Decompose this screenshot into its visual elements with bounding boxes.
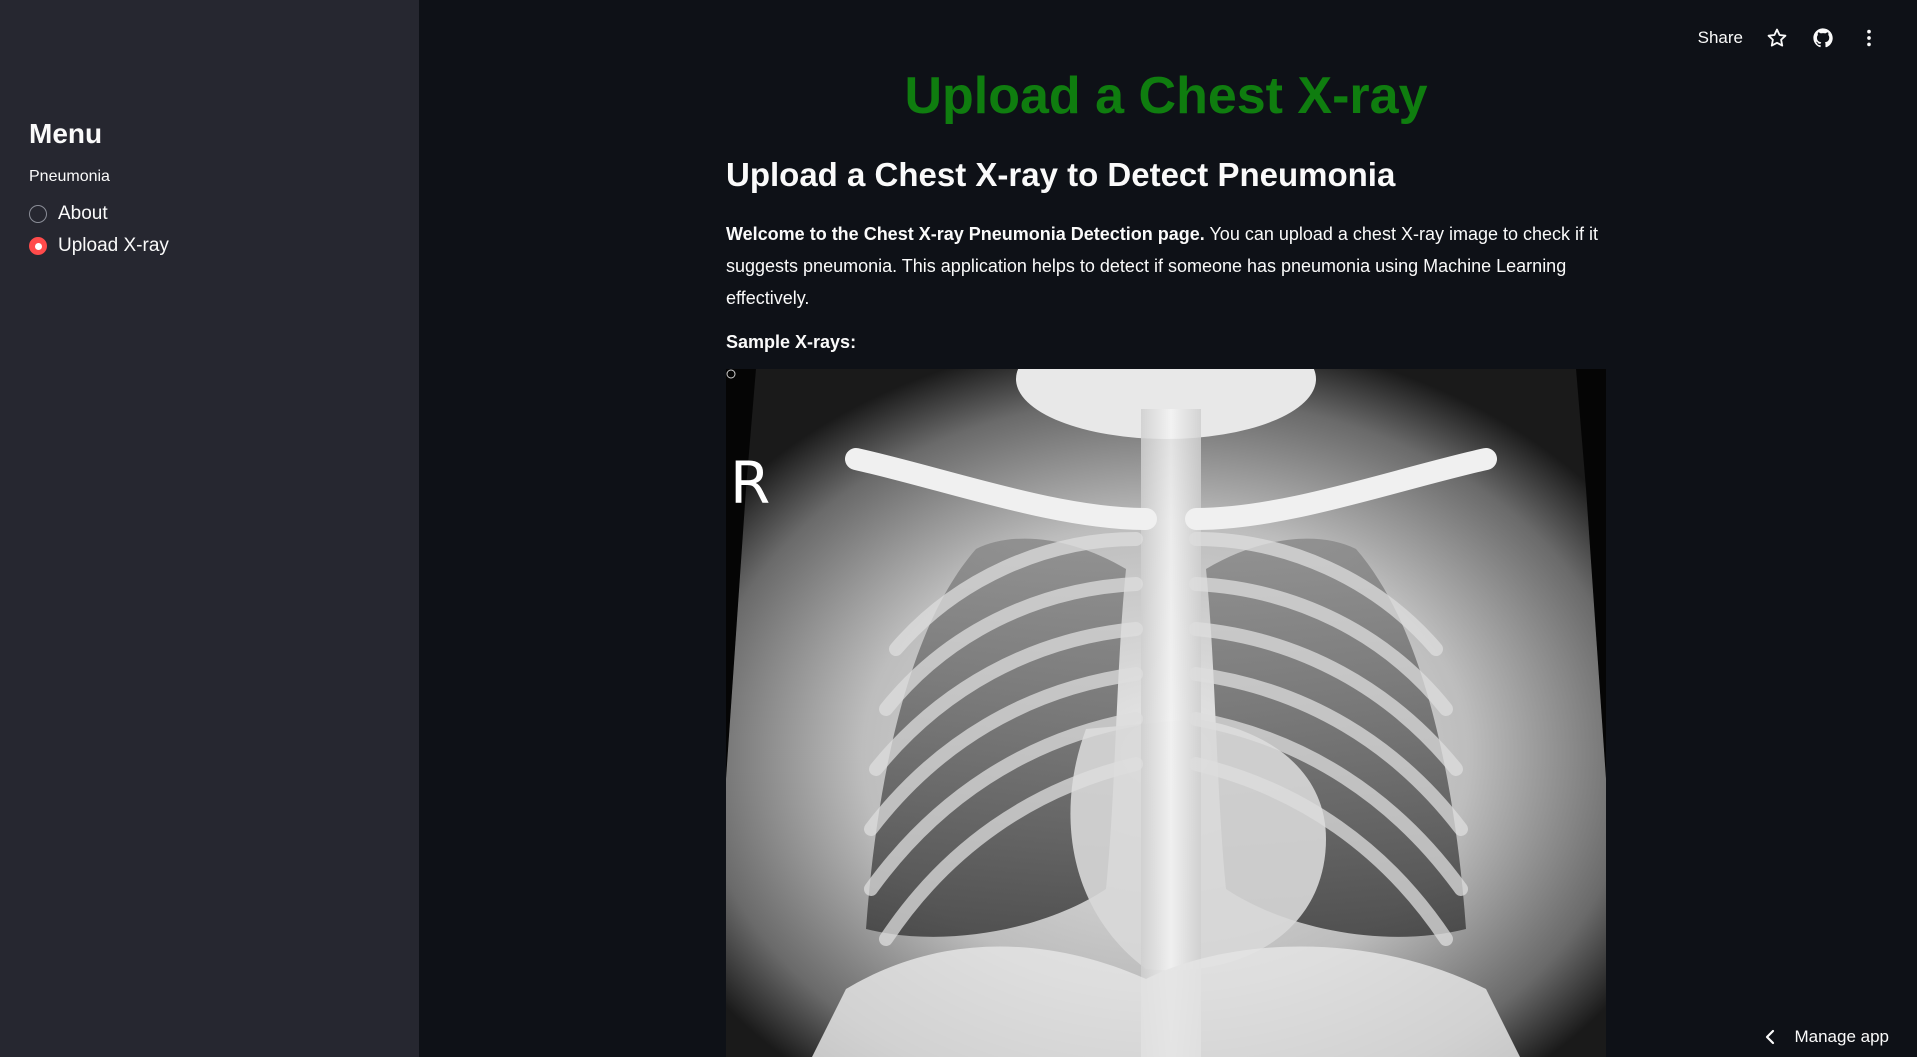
- app-root: Menu Pneumonia About Upload X-ray Share: [0, 0, 1917, 1057]
- main-area: Share Upload a Chest X-ray Upload a Ches…: [419, 0, 1917, 1057]
- radio-option-label: About: [58, 203, 108, 224]
- sidebar-title: Menu: [29, 118, 103, 149]
- intro-paragraph: Welcome to the Chest X-ray Pneumonia Det…: [726, 218, 1606, 314]
- radio-option-upload-xray[interactable]: Upload X-ray: [29, 230, 390, 262]
- sample-xray-image: R: [726, 369, 1606, 1057]
- manage-app-label: Manage app: [1794, 1027, 1889, 1046]
- page-title: Upload a Chest X-ray: [904, 67, 1428, 125]
- xray-side-marker: R: [730, 449, 771, 517]
- github-icon[interactable]: [1811, 26, 1835, 50]
- star-icon[interactable]: [1765, 26, 1789, 50]
- more-vert-icon[interactable]: [1857, 26, 1881, 50]
- radio-option-about[interactable]: About: [29, 198, 390, 230]
- radio-option-label: Upload X-ray: [58, 235, 169, 256]
- sample-xrays-label: Sample X-rays:: [726, 332, 857, 352]
- intro-bold-text: Welcome to the Chest X-ray Pneumonia Det…: [726, 224, 1205, 244]
- radio-group-label: Pneumonia: [29, 168, 110, 185]
- radio-selected-icon[interactable]: [29, 237, 47, 255]
- top-toolbar: Share: [1698, 26, 1881, 50]
- chevron-left-icon: [1766, 1029, 1775, 1045]
- share-button[interactable]: Share: [1698, 28, 1743, 48]
- radio-unselected-icon[interactable]: [29, 205, 47, 223]
- radio-group: About Upload X-ray: [29, 198, 390, 262]
- main-content: Upload a Chest X-ray Upload a Chest X-ra…: [726, 0, 1606, 1057]
- page-subheader: Upload a Chest X-ray to Detect Pneumonia: [726, 156, 1396, 193]
- sidebar: Menu Pneumonia About Upload X-ray: [0, 0, 419, 1057]
- manage-app-button[interactable]: Manage app: [1764, 1027, 1889, 1047]
